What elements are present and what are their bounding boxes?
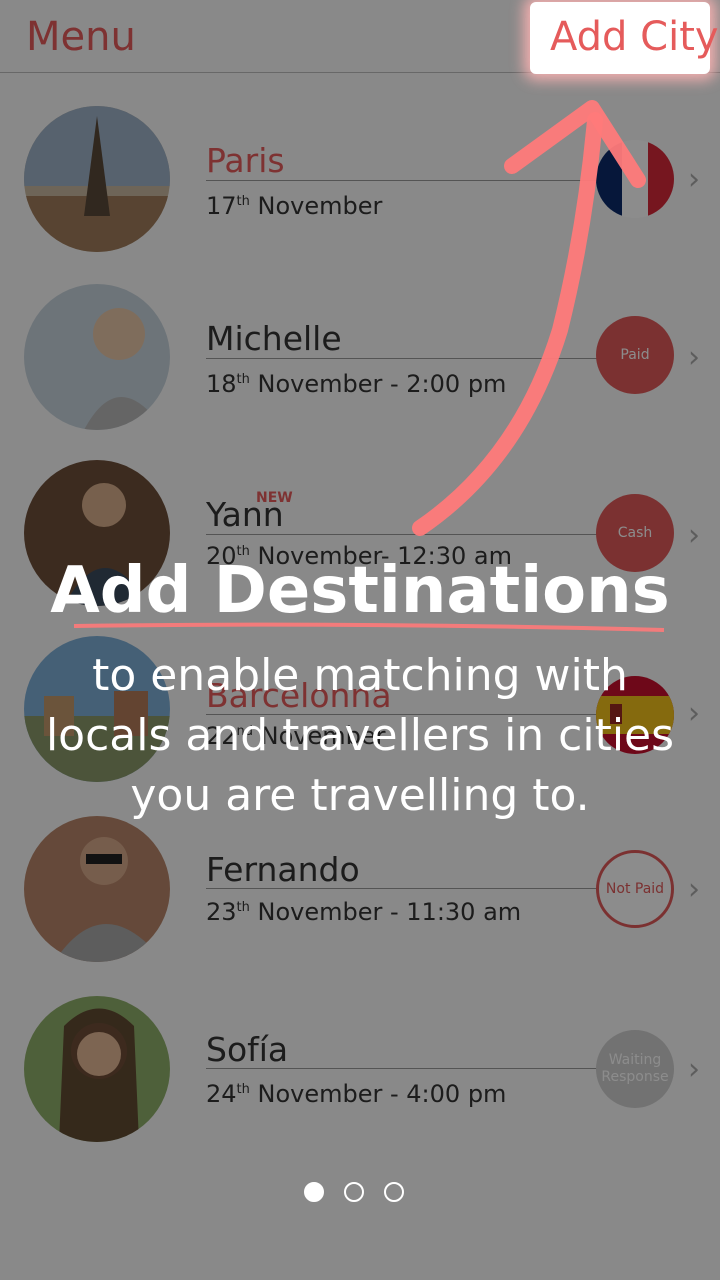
pointer-arrow-icon (73, 100, 665, 632)
onboarding-description: to enable matching with locals and trave… (45, 650, 675, 821)
page-indicator (304, 1182, 404, 1202)
page-dot[interactable] (344, 1182, 364, 1202)
onboarding-headline: Add Destinations (50, 554, 670, 628)
page-dot[interactable] (384, 1182, 404, 1202)
page-dot-active[interactable] (304, 1182, 324, 1202)
